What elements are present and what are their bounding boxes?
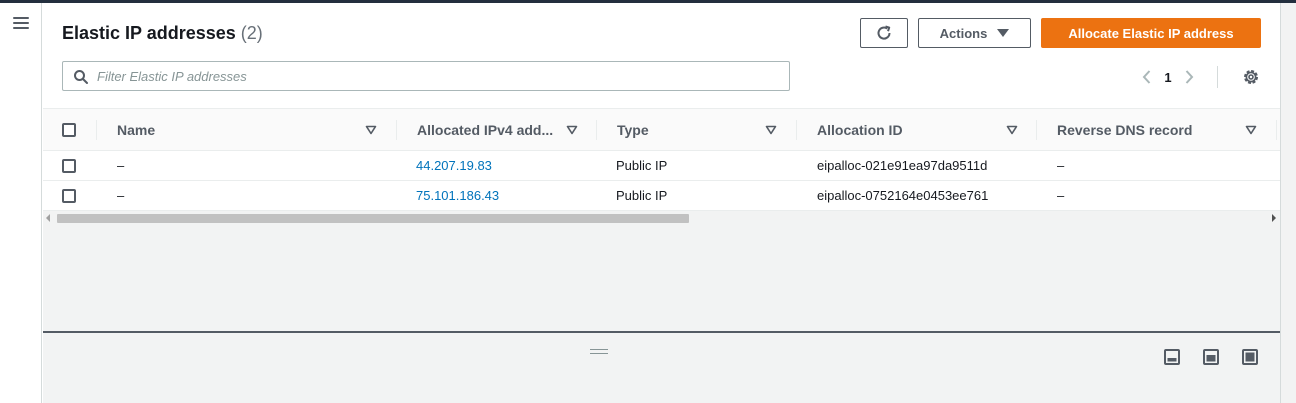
column-header-reverse-dns[interactable]: Reverse DNS record [1057, 109, 1192, 150]
panel-side-icon [1203, 349, 1219, 365]
column-divider [796, 120, 797, 140]
select-all-cell [62, 109, 76, 150]
column-header-ipv4[interactable]: Allocated IPv4 add... [417, 109, 553, 150]
table-row[interactable]: – 44.207.19.83 Public IP eipalloc-021e91… [43, 151, 1280, 181]
filter-input[interactable] [97, 66, 777, 86]
cell-reverse-dns: – [1057, 188, 1065, 203]
caret-down-icon [997, 29, 1010, 37]
cell-ipv4-link[interactable]: 75.101.186.43 [416, 181, 499, 210]
page-title-text: Elastic IP addresses [62, 23, 236, 43]
scroll-left-arrow-icon[interactable] [46, 214, 50, 222]
column-divider [96, 120, 97, 140]
row-select-cell [62, 181, 76, 210]
sort-triangle-icon[interactable] [1006, 109, 1018, 150]
split-panel [43, 331, 1280, 403]
table-header-row: Name Allocated IPv4 add... Type Allocati… [43, 109, 1280, 151]
elastic-ip-panel: Elastic IP addresses (2) Actions Allocat… [43, 3, 1280, 331]
search-icon [74, 70, 88, 84]
cell-name: – [117, 158, 125, 173]
column-divider [1036, 120, 1037, 140]
actions-label: Actions [939, 25, 988, 41]
cell-type: Public IP [616, 158, 668, 173]
sort-triangle-icon[interactable] [765, 109, 777, 150]
item-count: (2) [240, 23, 263, 43]
hamburger-menu-icon[interactable] [13, 17, 29, 31]
cell-allocation-id: eipalloc-021e91ea97da9511d [817, 158, 988, 173]
cell-allocation-id: eipalloc-0752164e0453ee761 [817, 188, 989, 203]
chevron-left-icon [1142, 70, 1151, 84]
split-full-layout-button[interactable] [1241, 348, 1259, 366]
table-row[interactable]: – 75.101.186.43 Public IP eipalloc-07521… [43, 181, 1280, 211]
cell-ipv4-link[interactable]: 44.207.19.83 [416, 151, 492, 180]
panel-full-icon [1242, 349, 1258, 365]
scrollbar-thumb[interactable] [57, 214, 689, 223]
page-title: Elastic IP addresses (2) [62, 23, 263, 44]
column-divider [396, 120, 397, 140]
split-side-layout-button[interactable] [1202, 348, 1220, 366]
gear-icon [1244, 70, 1258, 84]
allocate-label: Allocate Elastic IP address [1068, 25, 1234, 41]
row-select-cell [62, 151, 76, 180]
sort-triangle-icon[interactable] [566, 109, 578, 150]
scroll-right-arrow-icon[interactable] [1272, 214, 1276, 222]
refresh-icon [877, 25, 891, 40]
actions-dropdown-button[interactable]: Actions [918, 18, 1031, 48]
chevron-right-icon [1185, 70, 1194, 84]
row-checkbox[interactable] [62, 158, 76, 173]
allocate-elastic-ip-button[interactable]: Allocate Elastic IP address [1041, 18, 1261, 48]
sort-triangle-icon[interactable] [1245, 109, 1257, 150]
left-navigation-rail [0, 3, 42, 403]
column-divider [1276, 120, 1277, 140]
panel-bottom-icon [1164, 349, 1180, 365]
row-checkbox[interactable] [62, 188, 76, 203]
app-frame: Elastic IP addresses (2) Actions Allocat… [0, 0, 1296, 403]
vertical-scrollbar-track[interactable] [1280, 3, 1296, 403]
previous-page-button[interactable] [1137, 67, 1157, 87]
column-header-name[interactable]: Name [117, 109, 155, 150]
refresh-button[interactable] [860, 18, 908, 48]
filter-field[interactable] [62, 61, 790, 91]
column-divider [596, 120, 597, 140]
elastic-ip-table: Name Allocated IPv4 add... Type Allocati… [43, 109, 1280, 211]
cell-type: Public IP [616, 188, 668, 203]
column-header-allocation-id[interactable]: Allocation ID [817, 109, 903, 150]
next-page-button[interactable] [1179, 67, 1199, 87]
horizontal-scrollbar[interactable] [43, 211, 1280, 225]
current-page-number[interactable]: 1 [1157, 70, 1179, 85]
table-preferences-button[interactable] [1241, 67, 1261, 87]
pagination-divider [1217, 66, 1218, 88]
cell-name: – [117, 188, 125, 203]
sort-triangle-icon[interactable] [365, 109, 377, 150]
select-all-checkbox[interactable] [62, 122, 76, 137]
resize-handle-icon[interactable] [590, 349, 608, 355]
pagination: 1 [1137, 66, 1218, 88]
panel-header: Elastic IP addresses (2) Actions Allocat… [43, 3, 1280, 109]
split-bottom-layout-button[interactable] [1163, 348, 1181, 366]
cell-reverse-dns: – [1057, 158, 1065, 173]
column-header-type[interactable]: Type [617, 109, 649, 150]
